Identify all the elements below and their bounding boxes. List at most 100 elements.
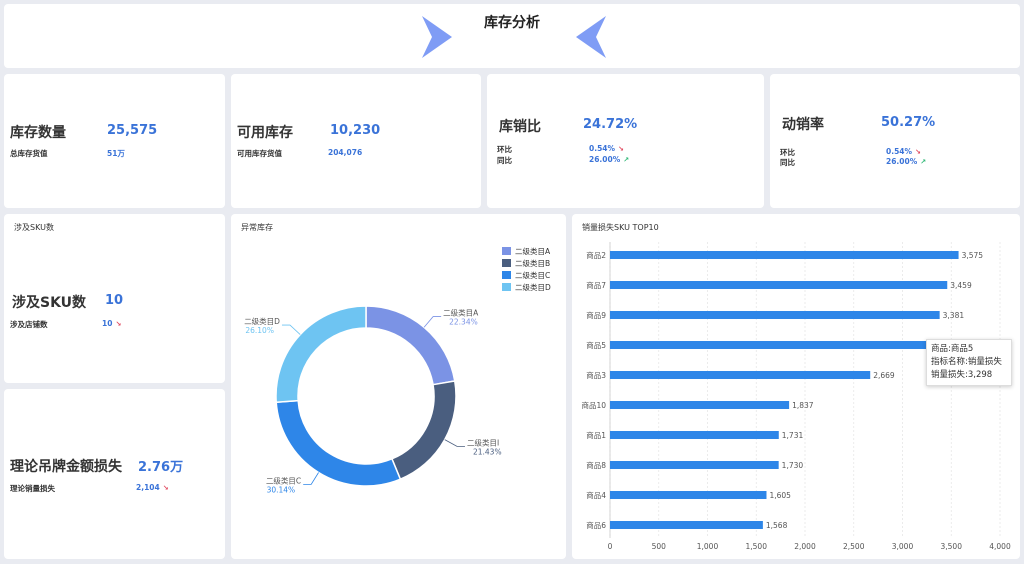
sku-label: 涉及SKU数	[12, 295, 87, 311]
trend-up-icon: ↗	[623, 156, 630, 164]
kpi-sell-ratio-hb-value: 0.54% ↘	[589, 144, 624, 153]
trend-up-icon: ↗	[920, 158, 927, 166]
donut-slice[interactable]	[365, 305, 456, 386]
y-tick-label: 商品1	[586, 430, 606, 440]
bar-value-label: 1,731	[782, 431, 804, 440]
donut-slice[interactable]	[275, 305, 367, 404]
trend-down-icon: ↘	[115, 320, 122, 328]
kpi-stock-value: 25,575	[107, 123, 158, 138]
legend-swatch	[502, 247, 511, 255]
x-tick-label: 4,000	[989, 542, 1011, 551]
kpi-stock-sub-value: 51万	[107, 149, 125, 158]
bar[interactable]	[610, 341, 932, 349]
y-tick-label: 商品3	[586, 370, 606, 380]
bar[interactable]	[610, 461, 779, 469]
arrow-left-icon	[576, 16, 606, 58]
trend-down-icon: ↘	[162, 484, 169, 492]
y-tick-label: 商品6	[586, 520, 606, 530]
kpi-sell-through-tb-label: 同比	[780, 158, 795, 167]
kpi-sell-through-label: 动销率	[782, 117, 824, 133]
bar[interactable]	[610, 431, 779, 439]
sku-card-title: 涉及SKU数	[14, 223, 54, 232]
x-tick-label: 3,000	[892, 542, 914, 551]
x-tick-label: 3,500	[941, 542, 963, 551]
bar-value-label: 1,837	[792, 401, 814, 410]
kpi-sell-ratio-value: 24.72%	[583, 117, 638, 132]
kpi-sell-ratio-card: 库销比 24.72% 环比 0.54% ↘ 同比 26.00% ↗	[487, 74, 764, 208]
x-tick-label: 2,500	[843, 542, 865, 551]
bar[interactable]	[610, 491, 767, 499]
bar-value-label: 1,730	[782, 461, 804, 470]
kpi-available-label: 可用库存	[237, 125, 293, 141]
x-tick-label: 0	[608, 542, 613, 551]
kpi-available-value: 10,230	[330, 123, 381, 138]
legend-item[interactable]: 二级类目D	[502, 281, 551, 293]
donut-label-line	[423, 316, 442, 328]
donut-legend: 二级类目A 二级类目B 二级类目C 二级类目D	[502, 245, 551, 293]
tooltip-line-product: 商品:商品5	[931, 344, 974, 354]
page-title: 库存分析	[484, 15, 540, 31]
tooltip-line-value: 销量损失:3,298	[931, 370, 993, 380]
legend-swatch	[502, 271, 511, 279]
sku-card: 涉及SKU数 涉及SKU数 10 涉及店铺数 10 ↘	[4, 214, 225, 383]
y-tick-label: 商品9	[586, 310, 606, 320]
legend-label: 二级类目A	[515, 246, 551, 256]
y-tick-label: 商品5	[586, 340, 606, 350]
donut-slice-value: 21.43%	[473, 447, 502, 456]
tooltip-line-metric: 指标名称:销量损失	[931, 357, 1002, 367]
y-tick-label: 商品2	[586, 250, 606, 260]
header-card: 库存分析	[4, 4, 1020, 68]
donut-label-line	[444, 439, 465, 447]
donut-slice-value: 26.10%	[245, 326, 274, 335]
kpi-available-sub-label: 可用库存货值	[237, 149, 282, 158]
bar-chart: 0 500 1,000 1,500 2,000 2,500 3,000 3,500 4,000 商…	[581, 242, 1011, 551]
legend-item[interactable]: 二级类目B	[502, 257, 551, 269]
x-tick-label: 1,500	[746, 542, 768, 551]
legend-swatch	[502, 283, 511, 291]
bar-value-label: 3,459	[950, 281, 972, 290]
donut-slice-value: 22.34%	[449, 318, 478, 327]
donut-slice[interactable]	[390, 380, 457, 481]
kpi-sell-through-hb-value: 0.54% ↘	[886, 147, 921, 156]
legend-item[interactable]: 二级类目A	[502, 245, 551, 257]
bar-value-label: 2,669	[873, 371, 895, 380]
y-tick-label: 商品10	[581, 400, 606, 410]
donut-slice-value: 30.14%	[267, 485, 296, 494]
legend-label: 二级类目D	[515, 282, 551, 292]
sku-sub-label: 涉及店铺数	[10, 320, 48, 329]
kpi-sell-through-value: 50.27%	[881, 115, 936, 130]
legend-swatch	[502, 259, 511, 267]
legend-label: 二级类目B	[515, 258, 551, 268]
arrow-right-icon	[422, 16, 452, 58]
bar[interactable]	[610, 311, 940, 319]
bar[interactable]	[610, 371, 871, 379]
donut-slice-label: 二级类目I	[467, 437, 499, 447]
trend-down-icon: ↘	[618, 145, 624, 153]
sku-sub-value: 10 ↘	[102, 319, 122, 328]
loss-card: 理论吊牌金额损失 2.76万 理论销量损失 2,104 ↘	[4, 389, 225, 559]
bar-value-label: 3,575	[962, 251, 984, 260]
sku-value: 10	[105, 293, 124, 308]
loss-sub-value: 2,104 ↘	[136, 483, 169, 492]
bar-value-label: 1,568	[766, 521, 788, 530]
kpi-stock-sub-label: 总库存货值	[10, 149, 48, 158]
donut-slice[interactable]	[275, 399, 402, 487]
bar[interactable]	[610, 251, 959, 259]
legend-item[interactable]: 二级类目C	[502, 269, 551, 281]
kpi-sell-through-card: 动销率 50.27% 环比 0.54% ↘ 同比 26.00% ↗	[770, 74, 1020, 208]
donut-slice-label: 二级类目C	[266, 475, 301, 485]
x-tick-label: 2,000	[794, 542, 816, 551]
kpi-stock-card: 库存数量 25,575 总库存货值 51万	[4, 74, 225, 208]
trend-down-icon: ↘	[915, 148, 921, 156]
y-tick-label: 商品4	[586, 490, 606, 500]
bar[interactable]	[610, 281, 948, 289]
donut-slice-label: 二级类目A	[443, 308, 479, 318]
kpi-sell-through-tb-value: 26.00% ↗	[886, 157, 927, 166]
bar[interactable]	[610, 521, 763, 529]
bar-value-label: 3,381	[943, 311, 965, 320]
donut-label-line	[303, 472, 319, 485]
bar[interactable]	[610, 401, 790, 409]
bar-value-label: 1,605	[769, 491, 791, 500]
x-tick-label: 1,000	[697, 542, 719, 551]
kpi-stock-label: 库存数量	[10, 125, 66, 141]
